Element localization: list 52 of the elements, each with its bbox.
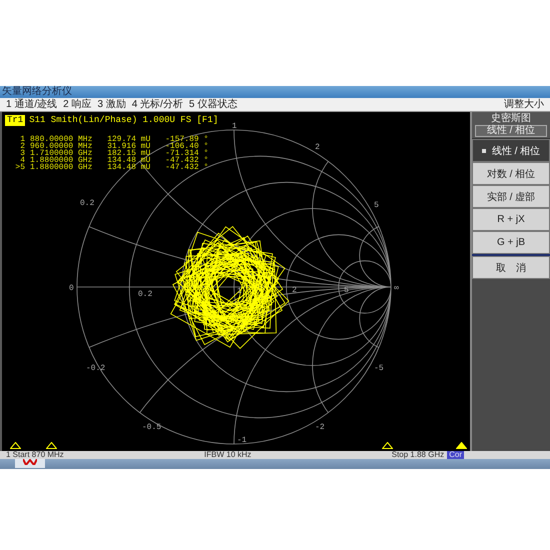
axis-label: 1 xyxy=(232,122,237,131)
axis-label: 5 xyxy=(374,201,379,210)
axis-label: 2 xyxy=(292,286,297,295)
marker-index: 3 xyxy=(19,150,25,157)
axis-label: 0.2 xyxy=(138,290,152,299)
marker-index: 1 xyxy=(19,136,25,143)
panel-title: 史密斯图 xyxy=(491,114,531,124)
stop-frequency: Stop 1.88 GHz xyxy=(392,451,444,459)
marker-magnitude: 182.15 mU xyxy=(107,150,152,157)
marker-index: >5 xyxy=(14,164,25,171)
marker-magnitude: 134.48 mU xyxy=(107,157,152,164)
axis-label: 0 xyxy=(69,284,74,293)
marker-phase: -71.314 ° xyxy=(165,150,210,157)
correction-indicator: Cor xyxy=(447,451,464,459)
marker-magnitude: 129.74 mU xyxy=(107,136,152,143)
trace-badge[interactable]: Tr1 xyxy=(5,115,26,126)
marker-index: 4 xyxy=(20,157,25,164)
window-title: 矢量网络分析仪 xyxy=(2,87,72,97)
softkey-button[interactable]: 实部 / 虚部 xyxy=(472,185,550,208)
marker-index: 2 xyxy=(19,143,25,150)
marker-phase: -47.432 ° xyxy=(165,157,210,164)
marker-phase: -47.432 ° xyxy=(165,164,210,171)
axis-label: -1 xyxy=(237,436,247,445)
marker-magnitude: 31.916 mU xyxy=(107,143,152,150)
start-frequency: 1 Start 870 MHz xyxy=(6,451,64,459)
axis-label: -2 xyxy=(315,423,325,432)
softkey-button[interactable]: 对数 / 相位 xyxy=(472,162,550,185)
axis-label: 2 xyxy=(315,143,320,152)
cancel-button[interactable]: 取 消 xyxy=(472,256,550,279)
softkey-button[interactable]: R + jX xyxy=(472,208,550,231)
menu-item[interactable]: 3 激励 xyxy=(97,100,126,110)
axis-label: ∞ xyxy=(394,284,399,293)
menu-item[interactable]: 4 光标/分析 xyxy=(132,100,183,110)
softkey-button[interactable]: G + jB xyxy=(472,231,550,254)
axis-label: -5 xyxy=(374,364,384,373)
axis-label: -0.5 xyxy=(142,423,162,432)
marker-frequency: 960.00000 MHz xyxy=(30,143,94,150)
panel-subtitle: 线性 / 相位 xyxy=(475,124,547,136)
axis-label: 0.2 xyxy=(80,199,94,208)
marker-frequency: 1.8800000 GHz xyxy=(30,157,94,164)
axis-label: 1 xyxy=(237,287,242,296)
trace-title: S11 Smith(Lin/Phase) 1.000U FS [F1] xyxy=(29,116,218,125)
softkey-button[interactable]: 线性 / 相位 xyxy=(472,139,550,162)
marker-phase: -106.40 ° xyxy=(165,143,210,150)
marker-frequency: 880.00000 MHz xyxy=(30,136,94,143)
marker-frequency: 1.7100000 GHz xyxy=(30,150,94,157)
ifbw-text: IFBW 10 kHz xyxy=(204,451,252,459)
menu-item[interactable]: 2 响应 xyxy=(63,100,92,110)
menu-item[interactable]: 5 仪器状态 xyxy=(188,100,238,110)
marker-frequency: 1.8800000 GHz xyxy=(30,164,94,171)
menu-item[interactable]: 1 通道/迹线 xyxy=(6,100,58,110)
menu-item[interactable]: 调整大小 xyxy=(504,100,544,110)
